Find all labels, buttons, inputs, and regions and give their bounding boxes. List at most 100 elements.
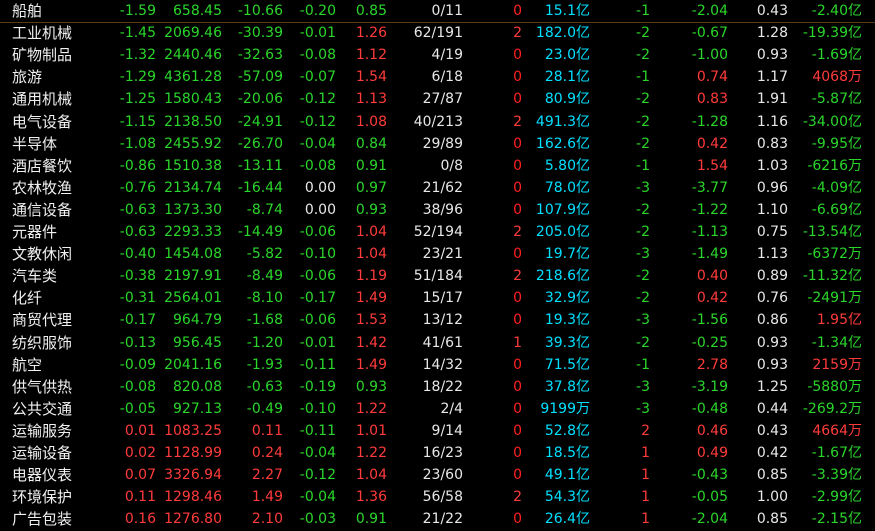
table-row[interactable]: 运输设备 0.02 1128.99 0.24 -0.04 1.22 16/23 0 18.5亿 1… <box>0 442 875 464</box>
cell-field-11: 1.54 <box>696 157 728 174</box>
cell-volume-ratio: 1.22 <box>355 445 387 461</box>
cell-field-12: 0.75 <box>756 224 788 240</box>
table-row[interactable]: 船舶 -1.59 658.45 -10.66 -0.20 0.85 0/11 0 15.1亿 -1… <box>0 0 875 22</box>
cell-volume-ratio: 1.53 <box>355 312 387 329</box>
cell-price: 1580.43 <box>164 91 222 108</box>
cell-field-12: 1.25 <box>756 378 788 395</box>
table-row[interactable]: 通用机械 -1.25 1580.43 -20.06 -0.12 1.13 27/87 0 80.… <box>0 88 875 110</box>
table-row[interactable]: 电气设备 -1.15 2138.50 -24.91 -0.12 1.08 40/213 2 49… <box>0 111 875 133</box>
cell-field-12: 0.93 <box>756 334 788 351</box>
cell-limit-up: 2 <box>513 113 522 130</box>
table-row[interactable]: 酒店餐饮 -0.86 1510.38 -13.11 -0.08 0.91 0/8 0 5.80亿… <box>0 155 875 177</box>
cell-amount: 162.6亿 <box>535 135 590 152</box>
cell-field-12: 0.96 <box>756 179 788 196</box>
cell-price: 1454.08 <box>164 246 222 263</box>
cell-up-down-count: 16/23 <box>422 445 463 461</box>
cell-price: 4361.28 <box>164 69 222 86</box>
cell-rank-change: -2 <box>636 290 650 307</box>
cell-change: -26.70 <box>237 135 283 152</box>
cell-change-pct: -0.31 <box>119 290 156 307</box>
cell-sector-name: 旅游 <box>12 68 43 87</box>
cell-rank-change: -1 <box>636 69 650 86</box>
cell-up-down-count: 21/22 <box>422 511 463 528</box>
table-row[interactable]: 汽车类 -0.38 2197.91 -8.49 -0.06 1.19 51/184 2 218.… <box>0 265 875 287</box>
cell-volume-ratio: 1.42 <box>355 334 387 351</box>
table-row[interactable]: 矿物制品 -1.32 2440.46 -32.63 -0.08 1.12 4/19 0 23.0… <box>0 44 875 66</box>
cell-amount: 15.1亿 <box>544 3 590 19</box>
cell-change-pct: -0.38 <box>119 268 156 285</box>
cell-up-down-count: 18/22 <box>422 378 463 395</box>
table-row[interactable]: 通信设备 -0.63 1373.30 -8.74 0.00 0.93 38/96 0 107.9… <box>0 199 875 221</box>
cell-amount: 5.80亿 <box>544 157 590 174</box>
cell-speed: -0.04 <box>299 135 336 152</box>
cell-price: 3326.94 <box>164 467 222 484</box>
table-row[interactable]: 广告包装 0.16 1276.80 2.10 -0.03 0.91 21/22 0 26.4亿 1… <box>0 508 875 530</box>
cell-rank-change: 2 <box>641 422 650 439</box>
cell-field-11: 0.46 <box>696 422 728 439</box>
cell-price: 1083.25 <box>164 422 222 439</box>
table-row[interactable]: 环境保护 0.11 1298.46 1.49 -0.04 1.36 56/58 2 54.3亿 1… <box>0 486 875 508</box>
cell-net-inflow: 1.95亿 <box>816 312 862 329</box>
cell-limit-up: 0 <box>513 246 522 263</box>
cell-field-11: -1.00 <box>691 47 728 64</box>
cell-amount: 28.1亿 <box>544 69 590 86</box>
table-row[interactable]: 化纤 -0.31 2564.01 -8.10 -0.17 1.49 15/17 0 32.9亿 -… <box>0 287 875 309</box>
cell-change: -20.06 <box>237 91 283 108</box>
table-row[interactable]: 工业机械 -1.45 2069.46 -30.39 -0.01 1.26 62/191 2 18… <box>0 22 875 44</box>
cell-sector-name: 工业机械 <box>12 24 73 43</box>
cell-change-pct: -1.59 <box>119 3 156 19</box>
cell-speed: 0.00 <box>304 201 336 218</box>
cell-field-12: 1.00 <box>756 489 788 506</box>
cell-change: -0.49 <box>246 400 283 417</box>
cell-sector-name: 半导体 <box>12 134 58 153</box>
cell-sector-name: 船舶 <box>12 2 43 20</box>
cell-speed: -0.01 <box>299 25 336 42</box>
cell-up-down-count: 56/58 <box>422 489 463 506</box>
cell-up-down-count: 2/4 <box>440 400 463 417</box>
table-row[interactable]: 旅游 -1.29 4361.28 -57.09 -0.07 1.54 6/18 0 28.1亿 -… <box>0 66 875 88</box>
cell-volume-ratio: 0.93 <box>355 378 387 395</box>
cell-volume-ratio: 1.19 <box>355 268 387 285</box>
cell-net-inflow: -9.95亿 <box>811 135 862 152</box>
cell-net-inflow: -2491万 <box>807 290 862 307</box>
cell-sector-name: 酒店餐饮 <box>12 156 73 175</box>
cell-change-pct: -1.29 <box>119 69 156 86</box>
cell-net-inflow: -3.39亿 <box>811 467 862 484</box>
table-row[interactable]: 文教休闲 -0.40 1454.08 -5.82 -0.10 1.04 23/21 0 19.7… <box>0 243 875 265</box>
cell-sector-name: 元器件 <box>12 223 58 241</box>
cell-amount: 205.0亿 <box>535 224 590 240</box>
table-row[interactable]: 元器件 -0.63 2293.33 -14.49 -0.06 1.04 52/194 2 205… <box>0 221 875 243</box>
cell-speed: -0.06 <box>299 268 336 285</box>
cell-limit-up: 2 <box>513 268 522 285</box>
cell-limit-up: 0 <box>513 201 522 218</box>
cell-net-inflow: -2.99亿 <box>811 489 862 506</box>
cell-limit-up: 0 <box>513 135 522 152</box>
cell-amount: 80.9亿 <box>544 91 590 108</box>
cell-change: -8.10 <box>246 290 283 307</box>
cell-rank-change: -3 <box>636 400 650 417</box>
table-row[interactable]: 商贸代理 -0.17 964.79 -1.68 -0.06 1.53 13/12 0 19.3亿… <box>0 309 875 331</box>
cell-up-down-count: 21/62 <box>422 179 463 196</box>
table-row[interactable]: 农林牧渔 -0.76 2134.74 -16.44 0.00 0.97 21/62 0 78.0… <box>0 177 875 199</box>
cell-limit-up: 1 <box>513 334 522 351</box>
cell-field-12: 0.43 <box>756 422 788 439</box>
table-row[interactable]: 半导体 -1.08 2455.92 -26.70 -0.04 0.84 29/89 0 162.… <box>0 133 875 155</box>
table-row[interactable]: 供气供热 -0.08 820.08 -0.63 -0.19 0.93 18/22 0 37.8亿… <box>0 376 875 398</box>
cell-net-inflow: -19.39亿 <box>802 25 862 42</box>
cell-price: 2455.92 <box>164 135 222 152</box>
cell-volume-ratio: 1.49 <box>355 290 387 307</box>
cell-amount: 107.9亿 <box>535 201 590 218</box>
cell-speed: -0.11 <box>299 422 336 439</box>
cell-sector-name: 文教休闲 <box>12 245 73 264</box>
cell-sector-name: 商贸代理 <box>12 311 73 330</box>
table-row[interactable]: 航空 -0.09 2041.16 -1.93 -0.11 1.49 14/32 0 71.5亿 -… <box>0 354 875 376</box>
cell-field-11: -1.13 <box>691 224 728 240</box>
table-row[interactable]: 纺织服饰 -0.13 956.45 -1.20 -0.01 1.42 41/61 1 39.3亿… <box>0 332 875 354</box>
cell-up-down-count: 27/87 <box>422 91 463 108</box>
cell-change: -32.63 <box>237 47 283 64</box>
table-row[interactable]: 公共交通 -0.05 927.13 -0.49 -0.10 1.22 2/4 0 9199万 -3… <box>0 398 875 420</box>
table-row[interactable]: 电器仪表 0.07 3326.94 2.27 -0.12 1.04 23/60 0 49.1亿 1… <box>0 464 875 486</box>
cell-net-inflow: -4.09亿 <box>811 179 862 196</box>
table-row[interactable]: 运输服务 0.01 1083.25 0.11 -0.11 1.01 9/14 0 52.8亿 2 0… <box>0 420 875 442</box>
cell-amount: 19.3亿 <box>544 312 590 329</box>
